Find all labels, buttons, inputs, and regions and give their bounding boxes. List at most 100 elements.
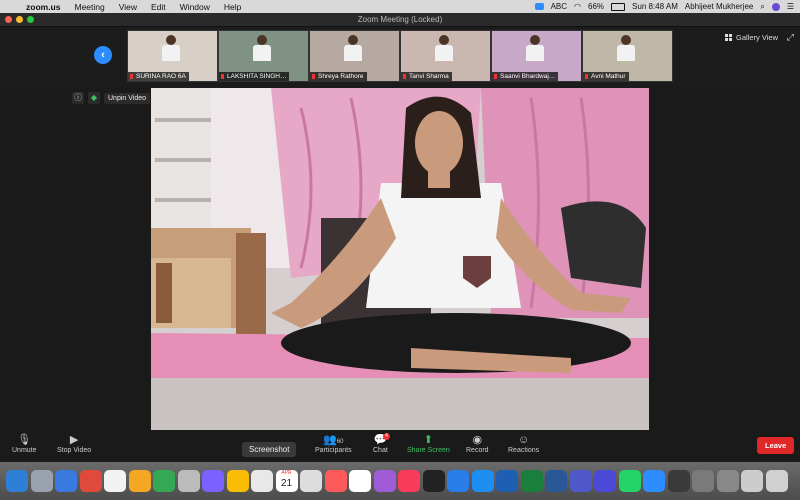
participants-icon: 👥60 bbox=[323, 434, 344, 446]
chat-unread-badge: 4 bbox=[383, 433, 390, 440]
dock-app-icon[interactable] bbox=[300, 470, 322, 492]
participant-tile[interactable]: LAKSHITA SINGH… bbox=[218, 30, 309, 82]
unpin-video-button[interactable]: Unpin Video bbox=[104, 92, 151, 104]
dock-app-icon[interactable] bbox=[716, 470, 739, 492]
reactions-icon: ☺ bbox=[517, 434, 530, 446]
dock-app-icon[interactable] bbox=[104, 470, 126, 492]
reactions-label: Reactions bbox=[508, 447, 540, 454]
stop-video-button[interactable]: ▶ Stop Video bbox=[57, 434, 91, 454]
dock-app-icon[interactable] bbox=[79, 470, 102, 492]
calendar-app-icon[interactable]: APR 21 bbox=[275, 470, 298, 492]
video-controls: ⓘ ◆ Unpin Video bbox=[72, 92, 151, 104]
participant-count: 60 bbox=[336, 439, 344, 445]
clock[interactable]: Sun 8:48 AM bbox=[632, 2, 678, 11]
participant-tile[interactable]: Saanvi Bhardwaj… bbox=[491, 30, 582, 82]
close-window-button[interactable] bbox=[5, 16, 12, 23]
encryption-shield-icon[interactable]: ◆ bbox=[88, 92, 100, 104]
screenshot-button[interactable]: Screenshot bbox=[242, 442, 297, 457]
window-title: Zoom Meeting (Locked) bbox=[357, 15, 443, 24]
dock-app-icon[interactable] bbox=[177, 470, 200, 492]
unmute-button[interactable]: 🎙 Unmute bbox=[12, 434, 37, 454]
share-screen-button[interactable]: ⬆ Share Screen bbox=[407, 434, 450, 454]
search-icon[interactable]: ⌕ bbox=[760, 2, 764, 12]
participant-tile[interactable]: Shreya Rathore bbox=[309, 30, 400, 82]
battery-percent[interactable]: 66% bbox=[588, 2, 604, 11]
participant-tile[interactable]: SURINA RAO 6A bbox=[127, 30, 218, 82]
battery-icon[interactable] bbox=[611, 2, 626, 11]
record-icon: ◉ bbox=[472, 434, 483, 446]
record-button[interactable]: ◉ Record bbox=[466, 434, 489, 454]
menu-window[interactable]: Window bbox=[180, 2, 210, 12]
fullscreen-icon[interactable]: ⤢ bbox=[787, 32, 794, 43]
participant-tile[interactable]: Avni Mathur bbox=[582, 30, 673, 82]
gallery-view-button[interactable]: Gallery View bbox=[725, 33, 778, 42]
user-name[interactable]: Abhijeet Mukherjee bbox=[685, 2, 753, 11]
dock-app-icon[interactable] bbox=[153, 470, 175, 492]
dock-app-icon[interactable] bbox=[496, 470, 518, 492]
participant-video bbox=[253, 35, 271, 69]
dock-app-icon[interactable] bbox=[545, 470, 567, 492]
window-controls bbox=[5, 16, 34, 23]
minimize-window-button[interactable] bbox=[16, 16, 23, 23]
dock-app-icon[interactable] bbox=[422, 470, 445, 492]
info-icon[interactable]: ⓘ bbox=[72, 92, 84, 104]
window-title-bar: Zoom Meeting (Locked) bbox=[0, 13, 800, 27]
participant-video bbox=[617, 35, 635, 69]
dock-app-icon[interactable] bbox=[55, 470, 77, 492]
participant-name: SURINA RAO 6A bbox=[128, 72, 189, 81]
pinned-video bbox=[151, 88, 649, 430]
participants-label: Participants bbox=[315, 447, 352, 454]
leave-meeting-button[interactable]: Leave bbox=[757, 437, 795, 454]
dock-app-icon[interactable] bbox=[202, 470, 224, 492]
previous-page-button[interactable]: ‹ bbox=[94, 46, 112, 64]
dock-app-icon[interactable] bbox=[667, 470, 690, 492]
dock-app-icon[interactable] bbox=[741, 470, 763, 492]
wifi-icon[interactable]: ◠ bbox=[574, 2, 581, 11]
notification-center-icon[interactable]: ☰ bbox=[787, 2, 794, 11]
dock-app-icon[interactable] bbox=[765, 470, 788, 492]
input-source-label[interactable]: ABC bbox=[551, 2, 567, 11]
menu-help[interactable]: Help bbox=[224, 2, 241, 12]
reactions-button[interactable]: ☺ Reactions bbox=[508, 434, 539, 454]
participant-video bbox=[435, 35, 453, 69]
participants-button[interactable]: 👥60 Participants bbox=[315, 434, 352, 454]
unmute-label: Unmute bbox=[12, 447, 37, 454]
dock-app-icon[interactable] bbox=[520, 470, 543, 492]
participant-name: Saanvi Bhardwaj… bbox=[492, 72, 559, 81]
dock-app-icon[interactable] bbox=[128, 470, 151, 492]
participant-name: Shreya Rathore bbox=[310, 72, 367, 81]
dock-app-icon[interactable] bbox=[692, 470, 714, 492]
dock-app-icon[interactable] bbox=[324, 470, 347, 492]
dock-app-icon[interactable] bbox=[447, 470, 469, 492]
dock-app-icon[interactable] bbox=[471, 470, 494, 492]
menu-app-name[interactable]: zoom.us bbox=[26, 2, 60, 12]
dock-app-icon[interactable] bbox=[251, 470, 273, 492]
dock-app-icon[interactable] bbox=[594, 470, 616, 492]
participant-name: LAKSHITA SINGH… bbox=[219, 72, 290, 81]
video-frame bbox=[151, 88, 649, 430]
siri-icon[interactable] bbox=[771, 2, 780, 11]
record-label: Record bbox=[466, 447, 489, 454]
zoom-window-button[interactable] bbox=[27, 16, 34, 23]
participant-video bbox=[162, 35, 180, 69]
dock-app-icon[interactable] bbox=[30, 470, 53, 492]
menu-meeting[interactable]: Meeting bbox=[74, 2, 104, 12]
dock-app-icon[interactable] bbox=[643, 470, 665, 492]
menu-view[interactable]: View bbox=[119, 2, 137, 12]
menu-bar: zoom.us Meeting View Edit Window Help AB… bbox=[0, 0, 800, 13]
participant-video bbox=[344, 35, 362, 69]
dock-app-icon[interactable] bbox=[349, 470, 371, 492]
dock-app-icon[interactable] bbox=[398, 470, 420, 492]
dock-app-icon[interactable] bbox=[226, 470, 249, 492]
calendar-day: 21 bbox=[280, 478, 293, 489]
gallery-grid-icon bbox=[725, 34, 733, 41]
participant-tile[interactable]: Tanvi Sharma bbox=[400, 30, 491, 82]
dock-app-icon[interactable] bbox=[618, 470, 641, 492]
dock-app-icon[interactable] bbox=[373, 470, 396, 492]
dock-app-icon[interactable] bbox=[6, 470, 28, 492]
stop-video-label: Stop Video bbox=[57, 447, 92, 454]
zoom-status-icon[interactable] bbox=[534, 3, 544, 10]
menu-edit[interactable]: Edit bbox=[151, 2, 166, 12]
dock-app-icon[interactable] bbox=[569, 470, 592, 492]
share-screen-icon: ⬆ bbox=[423, 434, 434, 446]
